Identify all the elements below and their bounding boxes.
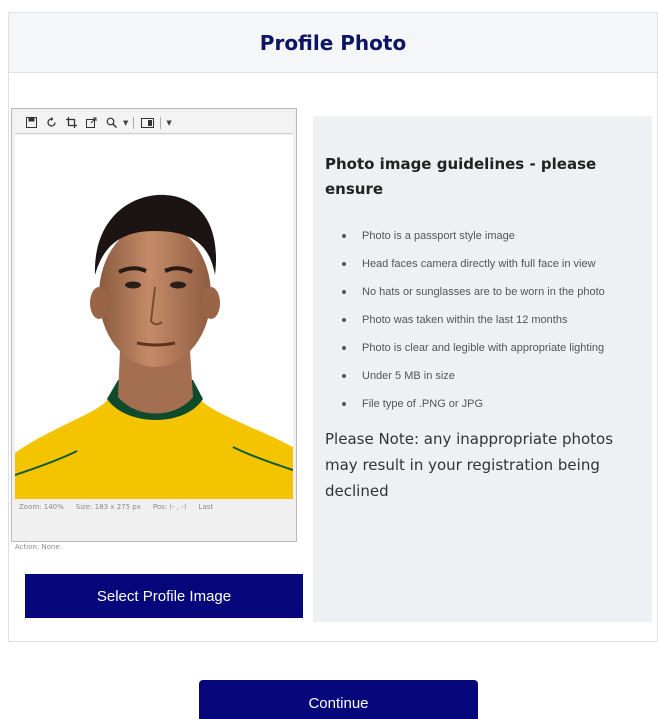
list-item: Head faces camera directly with full fac… [342,250,640,278]
inappropriate-photo-note: Please Note: any inappropriate photos ma… [325,430,614,500]
resize-icon[interactable] [83,115,99,131]
view-dropdown-icon[interactable]: ▼ [166,119,171,127]
size-status: Size: 183 x 275 px [75,503,141,511]
crop-icon[interactable] [63,115,79,131]
card-header: Profile Photo [9,13,657,73]
guidelines-panel: Photo image guidelines - please ensure P… [313,116,652,622]
save-icon[interactable] [23,115,39,131]
toolbar-divider [160,116,162,129]
continue-button[interactable]: Continue [199,680,478,719]
action-status: Action: None [15,543,60,551]
page-title: Profile Photo [259,30,407,55]
zoom-status: Zoom: 140% [19,503,64,511]
zoom-dropdown-icon[interactable]: ▼ [123,119,128,127]
editor-statusbar: Zoom: 140% Size: 183 x 275 px Pos: (- , … [15,499,293,515]
list-item: File type of .PNG or JPG [342,390,640,418]
photo-canvas[interactable] [15,135,293,499]
toolbar-divider [133,116,135,129]
zoom-icon[interactable] [103,115,119,131]
last-status: Last [198,503,214,511]
profile-photo [15,135,293,499]
list-item: Photo is a passport style image [342,222,640,250]
guidelines-list: Photo is a passport style image Head fac… [325,222,640,418]
list-item: Photo was taken within the last 12 month… [342,306,640,334]
editor-toolbar: ▼ ▼ [15,112,293,134]
rotate-icon[interactable] [43,115,59,131]
list-item: Photo is clear and legible with appropri… [342,334,640,362]
guidelines-title: Photo image guidelines - please ensure [325,155,597,198]
select-profile-image-button[interactable]: Select Profile Image [25,574,303,618]
position-status: Pos: (- , -) [152,503,187,511]
list-item: No hats or sunglasses are to be worn in … [342,278,640,306]
image-editor: ▼ ▼ Zoom: 140% Size: 183 x 275 px Pos: (… [11,108,297,542]
view-icon[interactable] [139,115,155,131]
list-item: Under 5 MB in size [342,362,640,390]
